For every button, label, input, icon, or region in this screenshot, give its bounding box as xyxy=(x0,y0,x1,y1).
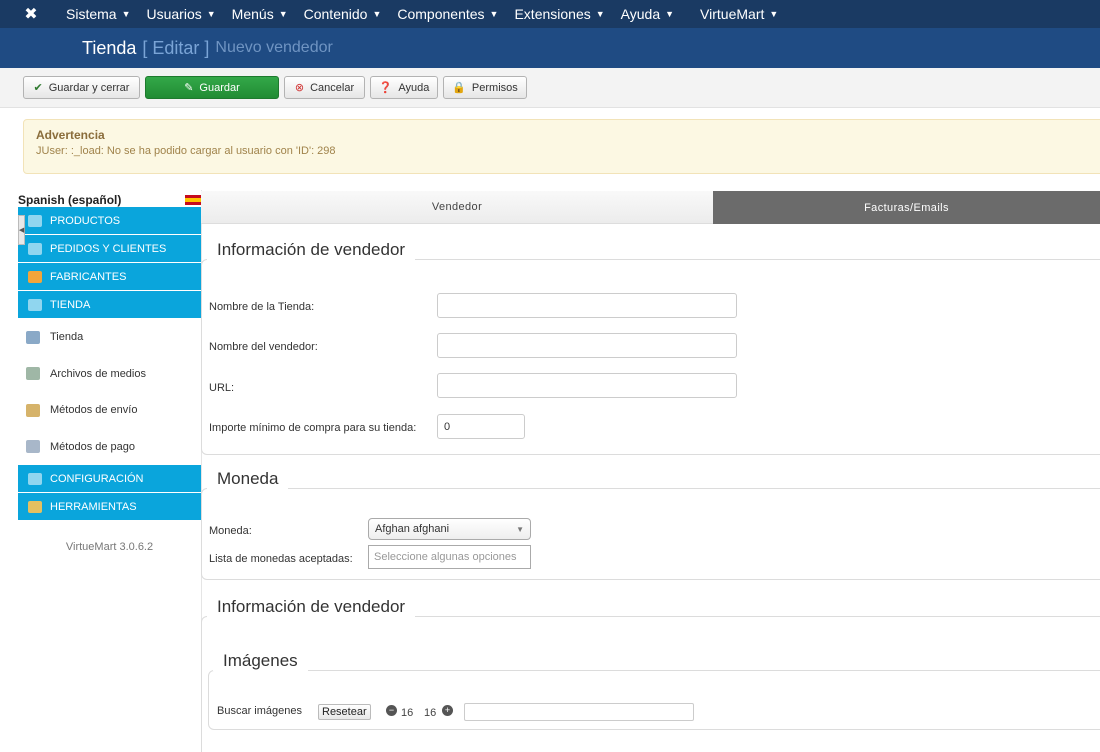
currency-label: Moneda: xyxy=(209,525,252,537)
page-title-bar: Tienda [ Editar ] Nuevo vendedor xyxy=(0,28,1100,68)
menu-menus[interactable]: Menús ▼ xyxy=(224,0,296,28)
products-icon xyxy=(28,214,42,227)
language-indicator: Spanish (español) xyxy=(18,193,201,207)
caret-down-icon: ▼ xyxy=(665,9,675,19)
wrench-icon xyxy=(28,270,42,283)
menu-componentes[interactable]: Componentes ▼ xyxy=(389,0,506,28)
search-images-label: Buscar imágenes xyxy=(217,705,302,717)
cancel-button[interactable]: ⊗ Cancelar xyxy=(284,76,365,99)
vendor-info-legend: Información de vendedor xyxy=(207,240,416,260)
accepted-currencies-label: Lista de monedas aceptadas: xyxy=(209,553,353,565)
top-menubar: ✖ Sistema ▼ Usuarios ▼ Menús ▼ Contenido ▼ C… xyxy=(0,0,1100,28)
sidebar-menu: PRODUCTOS PEDIDOS Y CLIENTES FABRICANTES… xyxy=(18,207,201,521)
page-count-right: 16 xyxy=(424,707,437,719)
page-title-action: [ Editar ] xyxy=(142,37,210,58)
truck-icon xyxy=(26,403,40,417)
sidebar-item-tienda[interactable]: Tienda xyxy=(18,319,201,356)
menu-usuarios[interactable]: Usuarios ▼ xyxy=(139,0,224,28)
permissions-button[interactable]: 🔒 Permisos xyxy=(443,76,527,99)
vendor-name-input[interactable] xyxy=(437,333,737,358)
image-search-input[interactable] xyxy=(464,703,694,721)
sidebar-group-tienda[interactable]: TIENDA xyxy=(18,291,201,319)
min-purchase-label: Importe mínimo de compra para su tienda: xyxy=(209,422,417,434)
shop-icon xyxy=(26,330,40,344)
menu-contenido[interactable]: Contenido ▼ xyxy=(296,0,390,28)
menu-virtuemart[interactable]: VirtueMart ▼ xyxy=(692,0,786,28)
store-name-input[interactable] xyxy=(437,293,737,318)
currency-select[interactable]: Afghan afghani ▼ xyxy=(368,518,531,540)
tab-vendedor[interactable]: Vendedor xyxy=(201,191,713,224)
plus-circle-icon[interactable]: + xyxy=(442,705,453,716)
config-icon xyxy=(28,472,42,485)
shop-icon xyxy=(28,298,42,311)
caret-down-icon: ▼ xyxy=(121,9,131,19)
legend-line xyxy=(311,670,1100,671)
sidebar-group-fabricantes[interactable]: FABRICANTES xyxy=(18,263,201,291)
page-count-left: 16 xyxy=(401,707,414,719)
sidebar-group-pedidos[interactable]: PEDIDOS Y CLIENTES xyxy=(18,235,201,263)
store-name-label: Nombre de la Tienda: xyxy=(209,301,315,313)
caret-down-icon: ▼ xyxy=(595,9,605,19)
accepted-currencies-input[interactable]: Seleccione algunas opciones xyxy=(368,545,531,569)
edit-icon: ✎ xyxy=(184,82,194,94)
check-icon: ✔ xyxy=(33,82,43,94)
sidebar-item-media[interactable]: Archivos de medios xyxy=(18,356,201,393)
language-label: Spanish (español) xyxy=(18,193,122,207)
legend-line xyxy=(420,259,1100,260)
save-close-button[interactable]: ✔ Guardar y cerrar xyxy=(23,76,140,99)
tools-icon xyxy=(28,500,42,513)
joomla-icon[interactable]: ✖ xyxy=(16,0,46,28)
menu-extensiones[interactable]: Extensiones ▼ xyxy=(506,0,612,28)
legend-line xyxy=(426,616,1100,617)
sidebar-collapse-toggle[interactable]: ◀ xyxy=(18,215,25,245)
media-icon xyxy=(26,367,40,381)
page-title: Tienda xyxy=(82,37,137,58)
chevron-left-icon: ◀ xyxy=(18,227,25,234)
sidebar-group-configuracion[interactable]: CONFIGURACIÓN xyxy=(18,465,201,493)
caret-down-icon: ▼ xyxy=(489,9,499,19)
minus-circle-icon[interactable]: − xyxy=(386,705,397,716)
images-fieldset xyxy=(208,670,1100,730)
warning-message: JUser: :_load: No se ha podido cargar al… xyxy=(36,145,336,157)
caret-down-icon: ▼ xyxy=(769,9,779,19)
lock-icon: 🔒 xyxy=(452,82,466,94)
warning-title: Advertencia xyxy=(36,128,105,142)
url-input[interactable] xyxy=(437,373,737,398)
chevron-down-icon: ▼ xyxy=(516,524,524,534)
images-legend: Imágenes xyxy=(213,651,308,671)
sidebar-item-shipping[interactable]: Métodos de envío xyxy=(18,392,201,429)
save-button[interactable]: ✎ Guardar xyxy=(145,76,279,99)
sidebar-group-herramientas[interactable]: HERRAMIENTAS xyxy=(18,493,201,521)
cancel-icon: ⊗ xyxy=(294,82,305,94)
help-button[interactable]: ❓ Ayuda xyxy=(370,76,438,99)
menu-ayuda[interactable]: Ayuda ▼ xyxy=(613,0,682,28)
caret-down-icon: ▼ xyxy=(278,9,288,19)
orders-icon xyxy=(28,242,42,255)
spain-flag-icon xyxy=(185,195,201,205)
toolbar: ✔ Guardar y cerrar ✎ Guardar ⊗ Cancelar ❓ Ay… xyxy=(0,68,1100,108)
caret-down-icon: ▼ xyxy=(206,9,216,19)
legend-line xyxy=(295,488,1100,489)
vendor-name-label: Nombre del vendedor: xyxy=(209,341,318,353)
min-purchase-input[interactable]: 0 xyxy=(437,414,525,439)
sidebar-item-payment[interactable]: Métodos de pago xyxy=(18,429,201,466)
question-icon: ❓ xyxy=(378,82,393,94)
url-label: URL: xyxy=(209,382,235,394)
sidebar-group-productos[interactable]: PRODUCTOS xyxy=(18,207,201,235)
version-label: VirtueMart 3.0.6.2 xyxy=(65,541,154,553)
tab-facturas[interactable]: Facturas/Emails xyxy=(713,191,1100,224)
menu-sistema[interactable]: Sistema ▼ xyxy=(58,0,139,28)
warning-alert: Advertencia JUser: :_load: No se ha podi… xyxy=(23,119,1100,174)
currency-fieldset xyxy=(201,488,1100,580)
currency-legend: Moneda xyxy=(207,469,289,489)
payment-icon xyxy=(26,440,40,454)
vendor-info2-legend: Información de vendedor xyxy=(207,597,416,617)
caret-down-icon: ▼ xyxy=(372,9,382,19)
reset-button[interactable]: Resetear xyxy=(318,704,371,720)
page-subtitle: Nuevo vendedor xyxy=(215,39,333,56)
